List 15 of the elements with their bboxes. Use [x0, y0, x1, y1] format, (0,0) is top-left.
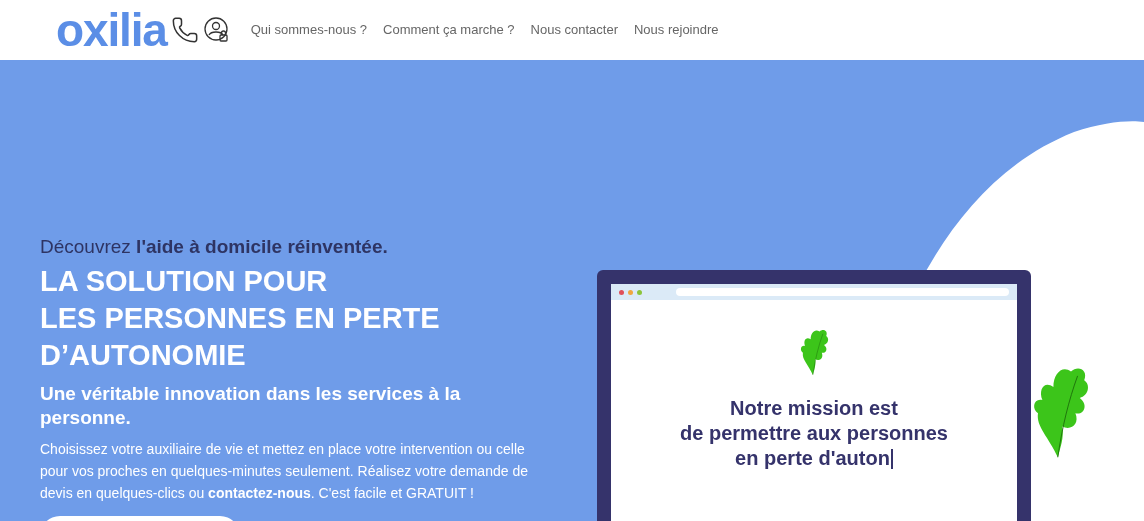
nav-link[interactable]: Nous contacter [530, 20, 618, 40]
phone-icon [170, 16, 199, 44]
user-lock-icon [202, 16, 231, 44]
text-cursor [890, 448, 893, 469]
mission-text: de permettre aux personnes [680, 421, 948, 446]
hero-paragraph: Choisissez votre auxiliaire de vie et mettez en place votre intervention ou celle pour vos proches en quelques-minutes seulement. Réalisez votre demande de devis en quelques-clics ou contactez-nous. C'est facile et GRATUIT ! [40, 440, 529, 503]
mission-text: en perte d'auton [735, 446, 890, 471]
hero-headline: LA SOLUTION POUR LES PERSONNES EN PERTE D’AUTONOMIE [40, 264, 441, 373]
intro-text: Découvrez l'aide à domicile réinventée. [40, 235, 389, 259]
nav-link[interactable]: Nous rejoindre [634, 20, 719, 40]
hero-subheadline: Une véritable innovation dans les services à la personne. [40, 382, 462, 430]
mission-text: Notre mission est [730, 396, 898, 421]
nav-link[interactable]: Qui sommes-nous ? [250, 20, 368, 40]
logo[interactable]: oxilia [56, 7, 167, 53]
nav-link[interactable]: Comment ça marche ? [383, 20, 515, 40]
